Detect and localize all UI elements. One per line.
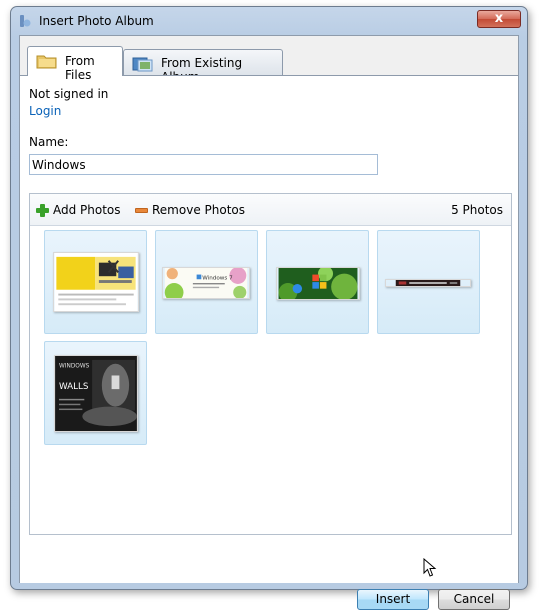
plus-icon [36,203,49,217]
close-icon: x [494,11,504,26]
photo-thumbnail[interactable] [266,230,369,334]
add-photos-label: Add Photos [53,203,121,217]
from-files-panel: Not signed in Login Name: Add Photos Rem… [20,75,518,610]
minus-icon [135,207,148,213]
photos-toolbar: Add Photos Remove Photos 5 Photos [30,194,511,226]
photo-album-icon [132,57,153,72]
signin-status: Not signed in [29,87,109,101]
windows-on-walls-photo: WINDOWS WALLS [54,355,138,432]
dark-strip-photo [385,279,471,287]
cancel-button[interactable]: Cancel [438,589,510,610]
close-button[interactable]: x [477,10,521,28]
photos-panel: Add Photos Remove Photos 5 Photos Window… [29,193,512,535]
photo-thumbnail[interactable]: WINDOWS WALLS [44,341,147,445]
login-link[interactable]: Login [29,104,61,118]
photo-thumbnail[interactable] [44,230,147,334]
windows7-banner-photo: Windows 7 [162,267,250,299]
dialog-client-area: From Files From Existing Album Not signe… [19,35,519,610]
tab-from-existing-album[interactable]: From Existing Album [123,49,283,84]
tab-from-files[interactable]: From Files [27,46,123,82]
photo-thumbnail[interactable]: Windows 7 [155,230,258,334]
photo-text-line2: WALLS [59,382,89,392]
name-label: Name: [29,135,69,149]
title-bar[interactable]: Insert Photo Album x [11,7,527,35]
remove-photos-button[interactable]: Remove Photos [135,203,245,217]
photo-thumbnail[interactable] [377,230,480,334]
yellow-brochure-photo [53,252,139,312]
photo-text-line1: WINDOWS [59,364,90,370]
remove-photos-label: Remove Photos [152,203,245,217]
folder-icon [36,55,57,69]
add-photos-button[interactable]: Add Photos [36,203,121,217]
tab-label: From Files [65,54,95,82]
window-title: Insert Photo Album [39,14,154,28]
windows7-logo-text: Windows 7 [202,275,233,281]
insert-button[interactable]: Insert [357,589,429,610]
green-windows-logo-photo [276,267,360,300]
mouse-pointer-icon [423,558,437,577]
photo-count: 5 Photos [451,203,503,217]
album-name-input[interactable] [29,154,378,175]
dialog-window: Insert Photo Album x From Files From Exi… [10,6,528,610]
album-app-icon [20,15,31,27]
